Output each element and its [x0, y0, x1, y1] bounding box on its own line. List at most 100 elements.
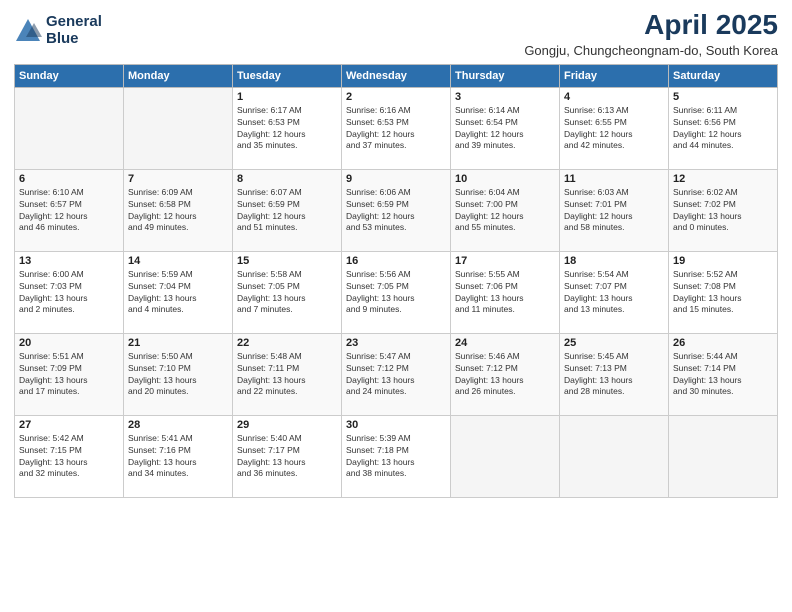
day-number: 23 — [346, 337, 446, 349]
col-saturday: Saturday — [669, 64, 778, 87]
day-number: 6 — [19, 173, 119, 185]
table-row: 19 Sunrise: 5:52 AM Sunset: 7:08 PM Dayli… — [669, 251, 778, 333]
day-info: Sunrise: 6:06 AM Sunset: 6:59 PM Dayligh… — [346, 187, 446, 235]
day-number: 27 — [19, 419, 119, 431]
table-row: 24Sunrise: 5:46 AM Sunset: 7:12 PM Dayli… — [451, 333, 560, 415]
table-row: 1 Sunrise: 6:17 AM Sunset: 6:53 PM Daylig… — [233, 87, 342, 169]
day-number: 25 — [564, 337, 664, 349]
table-row: 29Sunrise: 5:40 AM Sunset: 7:17 PM Dayli… — [233, 415, 342, 497]
col-sunday: Sunday — [15, 64, 124, 87]
col-wednesday: Wednesday — [342, 64, 451, 87]
day-info: Sunrise: 5:56 AM Sunset: 7:05 PM Dayligh… — [346, 269, 446, 317]
day-info: Sunrise: 6:14 AM Sunset: 6:54 PM Dayligh… — [455, 105, 555, 153]
day-number: 12 — [673, 173, 773, 185]
day-number: 11 — [564, 173, 664, 185]
table-row: 15 Sunrise: 5:58 AM Sunset: 7:05 PM Dayli… — [233, 251, 342, 333]
table-row: 6 Sunrise: 6:10 AM Sunset: 6:57 PM Daylig… — [15, 169, 124, 251]
table-row: 20 Sunrise: 5:51 AM Sunset: 7:09 PM Dayli… — [15, 333, 124, 415]
day-number: 14 — [128, 255, 228, 267]
day-info: Sunrise: 6:11 AM Sunset: 6:56 PM Dayligh… — [673, 105, 773, 153]
logo-text: General Blue — [46, 14, 102, 47]
table-row: 11 Sunrise: 6:03 AM Sunset: 7:01 PM Dayli… — [560, 169, 669, 251]
day-info: Sunrise: 5:48 AM Sunset: 7:11 PM Dayligh… — [237, 351, 337, 399]
table-row: 18Sunrise: 5:54 AM Sunset: 7:07 PM Dayli… — [560, 251, 669, 333]
day-info: Sunrise: 6:07 AM Sunset: 6:59 PM Dayligh… — [237, 187, 337, 235]
table-row: 10 Sunrise: 6:04 AM Sunset: 7:00 PM Dayli… — [451, 169, 560, 251]
calendar-table: Sunday Monday Tuesday Wednesday Thursday… — [14, 64, 778, 498]
day-number: 20 — [19, 337, 119, 349]
day-info: Sunrise: 5:58 AM Sunset: 7:05 PM Dayligh… — [237, 269, 337, 317]
page: General Blue April 2025 Gongju, Chungche… — [0, 0, 792, 612]
table-row: 2 Sunrise: 6:16 AM Sunset: 6:53 PM Daylig… — [342, 87, 451, 169]
table-row: 13Sunrise: 6:00 AM Sunset: 7:03 PM Dayli… — [15, 251, 124, 333]
title-block: April 2025 Gongju, Chungcheongnam-do, So… — [524, 10, 778, 58]
table-row: 25 Sunrise: 5:45 AM Sunset: 7:13 PM Dayli… — [560, 333, 669, 415]
table-row — [560, 415, 669, 497]
day-info: Sunrise: 5:52 AM Sunset: 7:08 PM Dayligh… — [673, 269, 773, 317]
day-number: 3 — [455, 91, 555, 103]
header: General Blue April 2025 Gongju, Chungche… — [14, 10, 778, 58]
day-info: Sunrise: 6:10 AM Sunset: 6:57 PM Dayligh… — [19, 187, 119, 235]
col-tuesday: Tuesday — [233, 64, 342, 87]
day-info: Sunrise: 6:02 AM Sunset: 7:02 PM Dayligh… — [673, 187, 773, 235]
day-number: 16 — [346, 255, 446, 267]
table-row — [669, 415, 778, 497]
title-month: April 2025 — [524, 10, 778, 41]
table-row: 16 Sunrise: 5:56 AM Sunset: 7:05 PM Dayli… — [342, 251, 451, 333]
day-info: Sunrise: 6:03 AM Sunset: 7:01 PM Dayligh… — [564, 187, 664, 235]
day-number: 2 — [346, 91, 446, 103]
day-info: Sunrise: 5:50 AM Sunset: 7:10 PM Dayligh… — [128, 351, 228, 399]
table-row: 7Sunrise: 6:09 AM Sunset: 6:58 PM Daylig… — [124, 169, 233, 251]
day-info: Sunrise: 5:59 AM Sunset: 7:04 PM Dayligh… — [128, 269, 228, 317]
day-info: Sunrise: 5:54 AM Sunset: 7:07 PM Dayligh… — [564, 269, 664, 317]
day-info: Sunrise: 6:13 AM Sunset: 6:55 PM Dayligh… — [564, 105, 664, 153]
table-row: 21Sunrise: 5:50 AM Sunset: 7:10 PM Dayli… — [124, 333, 233, 415]
table-row: 5Sunrise: 6:11 AM Sunset: 6:56 PM Daylig… — [669, 87, 778, 169]
day-info: Sunrise: 5:39 AM Sunset: 7:18 PM Dayligh… — [346, 433, 446, 481]
table-row: 28 Sunrise: 5:41 AM Sunset: 7:16 PM Dayli… — [124, 415, 233, 497]
table-row — [15, 87, 124, 169]
col-thursday: Thursday — [451, 64, 560, 87]
day-info: Sunrise: 5:51 AM Sunset: 7:09 PM Dayligh… — [19, 351, 119, 399]
day-number: 26 — [673, 337, 773, 349]
table-row: 17 Sunrise: 5:55 AM Sunset: 7:06 PM Dayli… — [451, 251, 560, 333]
day-number: 4 — [564, 91, 664, 103]
day-number: 28 — [128, 419, 228, 431]
calendar-week-row: 27Sunrise: 5:42 AM Sunset: 7:15 PM Dayli… — [15, 415, 778, 497]
day-info: Sunrise: 5:41 AM Sunset: 7:16 PM Dayligh… — [128, 433, 228, 481]
table-row: 26 Sunrise: 5:44 AM Sunset: 7:14 PM Dayli… — [669, 333, 778, 415]
calendar-week-row: 20 Sunrise: 5:51 AM Sunset: 7:09 PM Dayli… — [15, 333, 778, 415]
day-info: Sunrise: 5:44 AM Sunset: 7:14 PM Dayligh… — [673, 351, 773, 399]
day-info: Sunrise: 6:17 AM Sunset: 6:53 PM Dayligh… — [237, 105, 337, 153]
day-number: 17 — [455, 255, 555, 267]
table-row: 30 Sunrise: 5:39 AM Sunset: 7:18 PM Dayli… — [342, 415, 451, 497]
table-row — [124, 87, 233, 169]
day-number: 10 — [455, 173, 555, 185]
calendar-week-row: 6 Sunrise: 6:10 AM Sunset: 6:57 PM Daylig… — [15, 169, 778, 251]
day-number: 30 — [346, 419, 446, 431]
day-number: 1 — [237, 91, 337, 103]
day-number: 29 — [237, 419, 337, 431]
day-info: Sunrise: 6:16 AM Sunset: 6:53 PM Dayligh… — [346, 105, 446, 153]
day-info: Sunrise: 6:09 AM Sunset: 6:58 PM Dayligh… — [128, 187, 228, 235]
day-number: 9 — [346, 173, 446, 185]
table-row: 8 Sunrise: 6:07 AM Sunset: 6:59 PM Daylig… — [233, 169, 342, 251]
calendar-header-row: Sunday Monday Tuesday Wednesday Thursday… — [15, 64, 778, 87]
col-monday: Monday — [124, 64, 233, 87]
day-info: Sunrise: 5:55 AM Sunset: 7:06 PM Dayligh… — [455, 269, 555, 317]
day-number: 19 — [673, 255, 773, 267]
day-number: 13 — [19, 255, 119, 267]
table-row: 14 Sunrise: 5:59 AM Sunset: 7:04 PM Dayli… — [124, 251, 233, 333]
calendar-week-row: 13Sunrise: 6:00 AM Sunset: 7:03 PM Dayli… — [15, 251, 778, 333]
day-info: Sunrise: 5:45 AM Sunset: 7:13 PM Dayligh… — [564, 351, 664, 399]
table-row: 12 Sunrise: 6:02 AM Sunset: 7:02 PM Dayli… — [669, 169, 778, 251]
table-row: 9 Sunrise: 6:06 AM Sunset: 6:59 PM Daylig… — [342, 169, 451, 251]
day-number: 8 — [237, 173, 337, 185]
day-number: 15 — [237, 255, 337, 267]
day-info: Sunrise: 5:47 AM Sunset: 7:12 PM Dayligh… — [346, 351, 446, 399]
day-info: Sunrise: 6:04 AM Sunset: 7:00 PM Dayligh… — [455, 187, 555, 235]
table-row: 23 Sunrise: 5:47 AM Sunset: 7:12 PM Dayli… — [342, 333, 451, 415]
table-row: 4 Sunrise: 6:13 AM Sunset: 6:55 PM Daylig… — [560, 87, 669, 169]
logo: General Blue — [14, 14, 102, 47]
table-row: 22Sunrise: 5:48 AM Sunset: 7:11 PM Dayli… — [233, 333, 342, 415]
